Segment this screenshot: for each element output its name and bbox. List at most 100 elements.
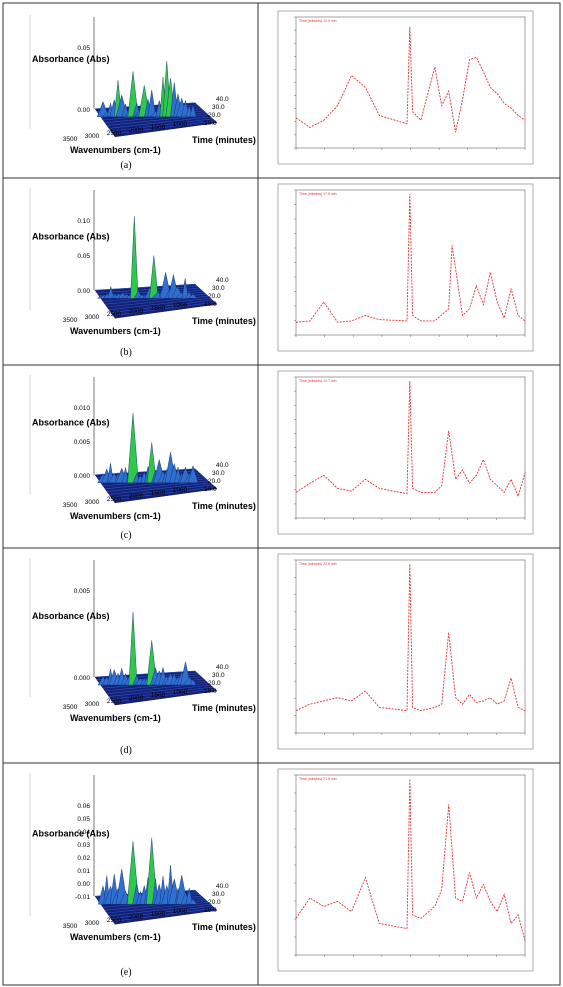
y-axis-label: Time (minutes): [192, 316, 256, 326]
y-axis-label: Time (minutes): [192, 703, 256, 713]
y-tick-label: 20.0: [208, 293, 221, 300]
spectrum-time-label: Time (minutes) 17.5 min: [299, 192, 337, 196]
z-axis-label: Absorbance (Abs): [32, 232, 110, 242]
z-tick-label: 0.05: [77, 253, 90, 260]
z-tick-label: 0.01: [77, 868, 90, 875]
x-axis-label: Wavenumbers (cm-1): [70, 326, 161, 336]
z-tick-label: -0.01: [75, 894, 90, 901]
z-axis-label: Absorbance (Abs): [32, 611, 110, 621]
panel-2: 0.10 0.05 0.00 Absorbance (Abs) 3500 3000 2500…: [29, 183, 534, 358]
y-tick-label: 10.0: [204, 301, 217, 308]
x-tick-label: 2500: [107, 311, 122, 318]
x-tick-label: 2000: [129, 914, 144, 921]
x-tick-label: 2500: [107, 130, 122, 137]
panel-caption: (b): [120, 347, 132, 358]
surface-peak: [127, 413, 139, 483]
z-tick-label: 0.005: [74, 439, 91, 446]
y-tick-label: 30.0: [212, 470, 225, 477]
x-tick-label: 1500: [151, 692, 166, 699]
x-tick-label: 2500: [107, 698, 122, 705]
z-tick-label: 0.000: [74, 675, 91, 682]
z-tick-label: 0.005: [74, 588, 91, 595]
panel-1: 0.05 0.00 Absorbance (Abs) 3500 3000 2500 2000…: [29, 10, 534, 171]
x-axis-label: Wavenumbers (cm-1): [70, 932, 161, 942]
y-tick-label: 20.0: [208, 899, 221, 906]
x-tick-label: 1500: [151, 490, 166, 497]
surface-peak: [130, 216, 139, 299]
y-axis-label: Time (minutes): [192, 922, 256, 932]
spectrum-time-label: Time (minutes) 22.6 min: [299, 562, 337, 566]
2d-spectrum-plot: Time (minutes) 12.9 min: [277, 10, 534, 165]
spectrum-frame: [277, 768, 534, 972]
spectrum-time-label: Time (minutes) 12.9 min: [299, 19, 337, 23]
x-tick-label: 2000: [129, 695, 144, 702]
spectrum-time-label: Time (minutes) 21.6 min: [299, 777, 337, 781]
x-tick-label: 3000: [85, 314, 100, 321]
x-tick-label: 3500: [63, 923, 78, 930]
spectrum-frame: [277, 553, 534, 750]
x-tick-label: 2000: [129, 493, 144, 500]
2d-spectrum-plot: Time (minutes) 21.6 min: [277, 768, 534, 972]
2d-spectrum-plot: Time (minutes) 12.7 min: [277, 370, 534, 535]
x-tick-label: 3000: [85, 920, 100, 927]
y-tick-label: 20.0: [208, 478, 221, 485]
y-tick-label: 10.0: [204, 120, 217, 127]
y-tick-label: 30.0: [212, 104, 225, 111]
spectrum-time-label: Time (minutes) 12.7 min: [299, 379, 337, 383]
y-tick-label: 10.0: [204, 688, 217, 695]
x-axis-label: Wavenumbers (cm-1): [70, 511, 161, 521]
x-tick-label: 3500: [63, 317, 78, 324]
z-tick-label: 0.05: [77, 45, 90, 52]
spectrum-frame: [277, 183, 534, 352]
x-tick-label: 3000: [85, 701, 100, 708]
3d-surface-plot: 0.060.050.040.030.020.010.00-0.01Absorba…: [29, 773, 256, 978]
z-axis-label: Absorbance (Abs): [32, 54, 110, 64]
y-tick-label: 40.0: [216, 96, 229, 103]
x-tick-label: 3000: [85, 133, 100, 140]
panel-caption: (d): [120, 745, 132, 756]
z-axis-label: Absorbance (Abs): [32, 417, 110, 427]
z-tick-label: 0.00: [77, 107, 90, 114]
x-tick-label: 1000: [173, 908, 188, 915]
3d-surface-plot: 0.05 0.00 Absorbance (Abs) 3500 3000 2500 2000…: [29, 15, 256, 171]
x-axis-label: Wavenumbers (cm-1): [70, 145, 161, 155]
z-tick-label: 0.05: [77, 816, 90, 823]
x-tick-label: 1500: [151, 911, 166, 918]
panel-caption: (a): [120, 160, 131, 171]
3d-surface-plot: 0.010 0.005 0.000 Absorbance (Abs) 3500 3000 2…: [29, 375, 256, 541]
y-tick-label: 10.0: [204, 907, 217, 914]
y-tick-label: 40.0: [216, 664, 229, 671]
3d-surface-plot: 0.005 0.000 Absorbance (Abs) 3500 3000 2500 20…: [29, 558, 256, 756]
y-tick-label: 20.0: [208, 112, 221, 119]
z-tick-label: 0.03: [77, 842, 90, 849]
y-tick-label: 40.0: [216, 883, 229, 890]
y-axis-label: Time (minutes): [192, 501, 256, 511]
x-tick-label: 2500: [107, 917, 122, 924]
2d-spectrum-plot: Time (minutes) 22.6 min: [277, 553, 534, 750]
x-tick-label: 3000: [85, 499, 100, 506]
x-tick-label: 3500: [63, 136, 78, 143]
surface-peak: [149, 255, 159, 299]
x-tick-label: 1000: [173, 302, 188, 309]
y-tick-label: 40.0: [216, 277, 229, 284]
z-tick-label: 0.00: [77, 881, 90, 888]
z-tick-label: 0.010: [74, 405, 91, 412]
y-axis-label: Time (minutes): [192, 135, 256, 145]
spectrum-frame: [277, 10, 534, 165]
ftir-figure: 0.05 0.00 Absorbance (Abs) 3500 3000 2500 2000…: [2, 2, 561, 986]
x-tick-label: 1000: [173, 487, 188, 494]
x-tick-label: 3500: [63, 502, 78, 509]
2d-spectrum-plot: Time (minutes) 17.5 min: [277, 183, 534, 352]
z-tick-label: 0.02: [77, 855, 90, 862]
y-tick-label: 30.0: [212, 891, 225, 898]
x-axis-label: Wavenumbers (cm-1): [70, 713, 161, 723]
x-tick-label: 1000: [173, 689, 188, 696]
x-tick-label: 1500: [151, 305, 166, 312]
x-tick-label: 1000: [173, 121, 188, 128]
y-tick-label: 40.0: [216, 462, 229, 469]
x-tick-label: 3500: [63, 704, 78, 711]
x-tick-label: 2500: [107, 496, 122, 503]
z-tick-label: 0.10: [77, 218, 90, 225]
z-tick-label: 0.00: [77, 288, 90, 295]
y-tick-label: 30.0: [212, 285, 225, 292]
